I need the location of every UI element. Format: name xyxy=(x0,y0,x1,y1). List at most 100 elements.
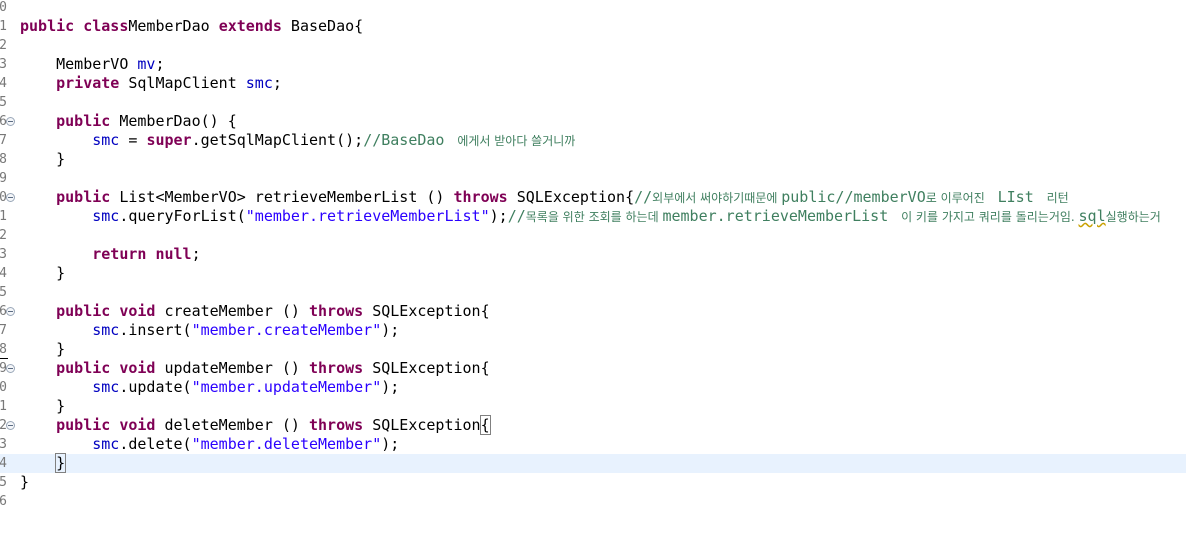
line-number-gutter: 1 xyxy=(0,397,16,416)
fold-collapse-icon[interactable] xyxy=(6,193,15,202)
code-line[interactable]: 1 smc.queryForList("member.retrieveMembe… xyxy=(0,207,1186,226)
code-line[interactable]: 8 } xyxy=(0,150,1186,169)
code-line[interactable]: 4 } xyxy=(0,453,1186,473)
code-line[interactable]: 0 public List<MemberVO> retrieveMemberLi… xyxy=(0,188,1186,207)
text-caret xyxy=(65,455,67,472)
keyword-token: throws xyxy=(309,302,364,320)
line-number-gutter: 0 xyxy=(0,188,16,207)
code-text: } xyxy=(20,264,65,283)
keyword-token: public xyxy=(20,188,111,206)
code-text: } xyxy=(20,473,29,492)
field-token: smc xyxy=(20,207,120,225)
keyword-token: extends xyxy=(218,17,282,35)
line-number-gutter: 8 xyxy=(0,150,16,169)
code-token: SQLException{ xyxy=(363,359,490,377)
code-line[interactable]: 3 MemberVO mv; xyxy=(0,55,1186,74)
spelling-warning-token: sql xyxy=(1078,207,1106,225)
code-editor[interactable]: 0 1 public classMemberDao extends BaseDao{… xyxy=(0,0,1186,558)
keyword-token: public void xyxy=(20,416,156,434)
code-text: } xyxy=(20,340,65,359)
line-number: 3 xyxy=(0,57,7,72)
code-text: smc.queryForList("member.retrieveMemberL… xyxy=(20,207,1161,227)
code-token: createMember () xyxy=(155,302,309,320)
fold-collapse-icon[interactable] xyxy=(6,421,15,430)
line-number-gutter: 5 xyxy=(0,473,16,492)
code-text: } xyxy=(20,397,65,416)
line-number-gutter: 9 xyxy=(0,169,16,188)
code-token: .insert( xyxy=(119,321,192,339)
code-line[interactable]: 4 } xyxy=(0,264,1186,283)
code-text: public void deleteMember () throws SQLEx… xyxy=(20,415,491,435)
line-number-gutter: 4 xyxy=(0,74,16,93)
code-line[interactable]: 3 smc.delete("member.deleteMember"); xyxy=(0,435,1186,454)
code-line[interactable]: 2 xyxy=(0,36,1186,55)
code-token: BaseDao{ xyxy=(281,17,364,35)
field-token: smc xyxy=(20,131,120,149)
line-number: 7 xyxy=(0,323,7,338)
code-token: } xyxy=(20,340,66,358)
code-token: ); xyxy=(381,435,400,453)
code-token: } xyxy=(20,473,30,491)
comment-token: LIst xyxy=(988,188,1043,206)
string-token: "member.deleteMember" xyxy=(191,435,382,453)
code-line[interactable]: 2 public void deleteMember () throws SQL… xyxy=(0,415,1186,435)
code-line[interactable]: 7 smc.insert("member.createMember"); xyxy=(0,321,1186,340)
code-line[interactable]: 0 xyxy=(0,0,1186,17)
code-text: public List<MemberVO> retrieveMemberList… xyxy=(20,188,1069,208)
line-number-gutter: 3 xyxy=(0,55,16,74)
comment-token: public//memberVO xyxy=(781,188,926,206)
code-line[interactable]: 6 xyxy=(0,492,1186,511)
code-token: updateMember () xyxy=(155,359,309,377)
line-number: 1 xyxy=(0,209,7,224)
code-token: } xyxy=(20,397,66,415)
code-line[interactable]: 9 xyxy=(0,169,1186,188)
code-token: .delete( xyxy=(119,435,192,453)
line-number: 4 xyxy=(0,76,7,91)
code-line[interactable]: 6 public void createMember () throws SQL… xyxy=(0,302,1186,321)
code-text: return null; xyxy=(20,245,201,264)
code-line[interactable]: 1 } xyxy=(0,397,1186,416)
comment-token: //BaseDao xyxy=(363,131,454,149)
fold-collapse-icon[interactable] xyxy=(6,364,15,373)
comment-token: member.retrieveMemberList xyxy=(662,207,898,225)
fold-collapse-icon[interactable] xyxy=(6,117,15,126)
line-number-gutter: 5 xyxy=(0,93,16,112)
code-line[interactable]: 3 return null; xyxy=(0,245,1186,264)
line-number: 5 xyxy=(0,285,7,300)
keyword-token: throws xyxy=(309,416,364,434)
code-token: } xyxy=(20,264,66,282)
code-line[interactable]: 7 smc = super.getSqlMapClient();//BaseDa… xyxy=(0,131,1186,150)
line-number-gutter: 9 xyxy=(0,359,16,378)
line-number-gutter: 3 xyxy=(0,245,16,264)
code-token: List<MemberVO> retrieveMemberList () xyxy=(110,188,454,206)
line-number-gutter: 1 xyxy=(0,17,16,36)
code-text: } xyxy=(20,453,67,473)
comment-token: 로 이루어진 xyxy=(925,191,989,205)
code-token: = xyxy=(119,131,147,149)
code-line[interactable]: 1 public classMemberDao extends BaseDao{ xyxy=(0,17,1186,36)
code-line[interactable]: 9 public void updateMember () throws SQL… xyxy=(0,359,1186,378)
code-token: ; xyxy=(191,245,201,263)
code-line[interactable]: 6 public MemberDao() { xyxy=(0,112,1186,131)
field-token: smc xyxy=(20,378,120,396)
line-number-gutter: 0 xyxy=(0,378,16,397)
code-line[interactable]: 0 smc.update("member.updateMember"); xyxy=(0,378,1186,397)
code-line[interactable]: 8 } xyxy=(0,340,1186,359)
code-line[interactable]: 5 xyxy=(0,283,1186,302)
keyword-token: public class xyxy=(20,17,129,35)
code-token: ; xyxy=(155,55,165,73)
code-line[interactable]: 5} xyxy=(0,473,1186,492)
code-line[interactable]: 5 xyxy=(0,93,1186,112)
code-line[interactable]: 4 private SqlMapClient smc; xyxy=(0,74,1186,93)
line-number: 8 xyxy=(0,152,7,167)
comment-token: // xyxy=(634,188,653,206)
field-token: smc xyxy=(245,74,273,92)
string-token: "member.retrieveMemberList" xyxy=(245,207,490,225)
fold-collapse-icon[interactable] xyxy=(6,307,15,316)
line-number-gutter: 6 xyxy=(0,492,16,511)
keyword-token: public void xyxy=(20,302,156,320)
code-line[interactable]: 2 xyxy=(0,226,1186,245)
code-token: MemberVO xyxy=(20,55,138,73)
comment-token: 목록을 위한 조회를 하는데 xyxy=(525,210,663,224)
